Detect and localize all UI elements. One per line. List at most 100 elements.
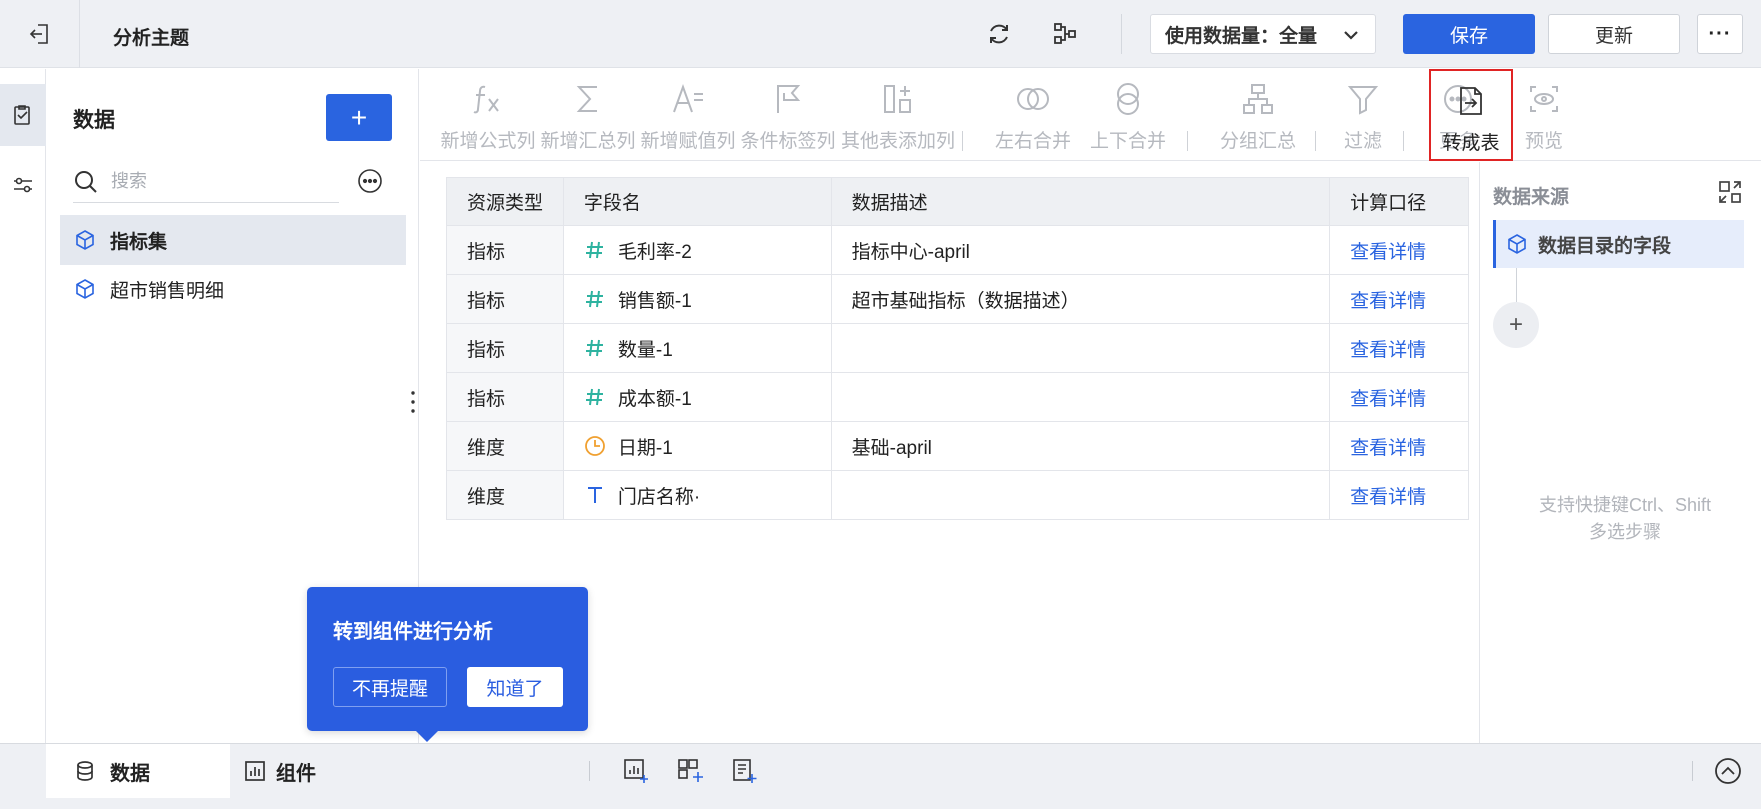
view-details-link[interactable]: 查看详情 [1350, 291, 1426, 312]
collapse-up-icon[interactable] [1713, 756, 1743, 786]
description-cell [830, 372, 1331, 422]
description-cell: 超市基础指标（数据描述） [830, 274, 1331, 324]
data-source-label: 数据目录的字段 [1538, 235, 1672, 257]
rail-data-button[interactable] [0, 84, 46, 146]
more-options-button[interactable]: ··· [1697, 14, 1743, 54]
add-dashboard-button[interactable] [676, 757, 704, 785]
view-details-link[interactable]: 查看详情 [1350, 340, 1426, 361]
view-details-link[interactable]: 查看详情 [1350, 389, 1426, 410]
sum-icon [576, 86, 597, 112]
add-report-button[interactable] [730, 757, 758, 785]
tree-item-indicator-set[interactable]: 指标集 [60, 215, 406, 265]
number-icon [585, 388, 603, 406]
field-name: 门店名称· [617, 486, 701, 508]
number-icon [585, 339, 603, 357]
tooltip-arrow [415, 730, 439, 742]
group-icon [1243, 84, 1273, 114]
bottom-bar: 数据 组件 [0, 743, 1761, 809]
column-header: 字段名 [562, 177, 832, 226]
search-box [73, 161, 339, 203]
refresh-button[interactable] [982, 17, 1016, 51]
data-volume-select[interactable]: 使用数据量：全量 [1150, 14, 1376, 54]
view-details-link[interactable]: 查看详情 [1350, 487, 1426, 508]
tool-label: 条件标签列 [740, 131, 836, 152]
tooltip-title: 转到组件进行分析 [333, 621, 493, 643]
condition-tag-column-button[interactable]: 条件标签列 [740, 69, 836, 161]
add-component-button[interactable] [622, 757, 650, 785]
tab-component[interactable]: 组件 [244, 744, 444, 798]
cube-icon [76, 279, 94, 299]
data-edit-icon [14, 105, 30, 125]
data-source-panel: 数据来源 数据目录的字段 + 支持快捷键Ctrl、Shift 多选步骤 [1479, 162, 1761, 743]
back-button[interactable] [0, 0, 80, 68]
calc-cell: 查看详情 [1329, 323, 1469, 373]
left-rail [0, 69, 46, 743]
tool-label: 转成表 [1442, 133, 1500, 154]
table-row[interactable]: 指标 数量-1 查看详情 [446, 323, 1469, 373]
search-input[interactable] [111, 171, 311, 192]
lineage-icon [1054, 23, 1076, 44]
rail-settings-button[interactable] [0, 154, 46, 216]
join-left-right-button[interactable]: 左右合并 [985, 69, 1081, 161]
calc-cell: 查看详情 [1329, 470, 1469, 520]
number-icon [584, 239, 606, 261]
tree-item-supermarket-sales[interactable]: 超市销售明细 [60, 264, 406, 314]
column-header: 计算口径 [1329, 177, 1469, 226]
connector-line [1516, 268, 1517, 304]
database-icon [77, 761, 93, 781]
layout-switch-icon[interactable] [1716, 178, 1744, 206]
add-column-icon [884, 85, 911, 113]
save-button[interactable]: 保存 [1403, 14, 1535, 54]
table-row[interactable]: 维度 门店名称· 查看详情 [446, 470, 1469, 520]
add-report-icon [733, 759, 757, 783]
toolbar-divider [962, 131, 963, 151]
number-icon [584, 386, 606, 408]
guide-tooltip: 转到组件进行分析 不再提醒 知道了 [307, 587, 588, 731]
add-summary-column-button[interactable]: 新增汇总列 [540, 69, 636, 161]
field-name: 数量-1 [617, 339, 673, 361]
dont-remind-button[interactable]: 不再提醒 [333, 667, 447, 707]
group-summary-button[interactable]: 分组汇总 [1210, 69, 1306, 161]
field-name: 销售额-1 [617, 290, 692, 312]
transform-toolbar: 新增公式列 新增汇总列 新增赋值列 条件标签列 其他表添加列 左右合并 上下合并 [420, 69, 1761, 161]
divider [589, 761, 590, 781]
tool-label: 新增赋值列 [640, 131, 736, 152]
clock-icon [584, 436, 605, 456]
more-circle-icon[interactable] [357, 168, 383, 194]
update-button[interactable]: 更新 [1548, 14, 1680, 54]
add-column-from-table-button[interactable]: 其他表添加列 [840, 69, 956, 161]
toolbar-divider [1403, 131, 1404, 151]
tool-label: 过滤 [1343, 131, 1382, 152]
number-icon [584, 288, 606, 310]
view-details-link[interactable]: 查看详情 [1350, 242, 1426, 263]
table-row[interactable]: 指标 成本额-1 查看详情 [446, 372, 1469, 422]
chevron-down-icon [1344, 31, 1358, 40]
table-row[interactable]: 维度 日期-1 基础-april 查看详情 [446, 421, 1469, 471]
data-source-item[interactable]: 数据目录的字段 [1493, 220, 1744, 268]
refresh-icon [990, 24, 1008, 44]
add-step-button[interactable]: + [1493, 302, 1539, 348]
resource-type-cell: 维度 [446, 470, 564, 520]
table-row[interactable]: 指标 销售额-1 超市基础指标（数据描述） 查看详情 [446, 274, 1469, 324]
view-details-link[interactable]: 查看详情 [1350, 438, 1426, 459]
convert-to-table-button[interactable]: 转成表 [1429, 69, 1513, 161]
tool-label: 新增汇总列 [540, 131, 636, 152]
lineage-button[interactable] [1048, 17, 1082, 51]
got-it-button[interactable]: 知道了 [467, 667, 563, 707]
field-name: 成本额-1 [617, 388, 692, 410]
tool-label: 其他表添加列 [840, 131, 955, 152]
preview-button[interactable]: 预览 [1516, 69, 1572, 161]
table-row[interactable]: 指标 毛利率-2 指标中心-april 查看详情 [446, 225, 1469, 275]
filter-button[interactable]: 过滤 [1325, 69, 1401, 161]
add-data-button[interactable]: + [326, 94, 392, 141]
tab-data[interactable]: 数据 [46, 744, 230, 798]
table-header-row: 资源类型 字段名 数据描述 计算口径 [446, 177, 1469, 226]
drag-handle-icon[interactable] [407, 387, 419, 417]
resource-type-cell: 指标 [446, 274, 564, 324]
add-formula-column-button[interactable]: 新增公式列 [440, 69, 536, 161]
tool-label: 预览 [1524, 131, 1563, 152]
field-name-cell: 毛利率-2 [562, 225, 832, 275]
calc-cell: 查看详情 [1329, 421, 1469, 471]
add-assign-column-button[interactable]: 新增赋值列 [640, 69, 736, 161]
union-top-bottom-button[interactable]: 上下合并 [1080, 69, 1176, 161]
